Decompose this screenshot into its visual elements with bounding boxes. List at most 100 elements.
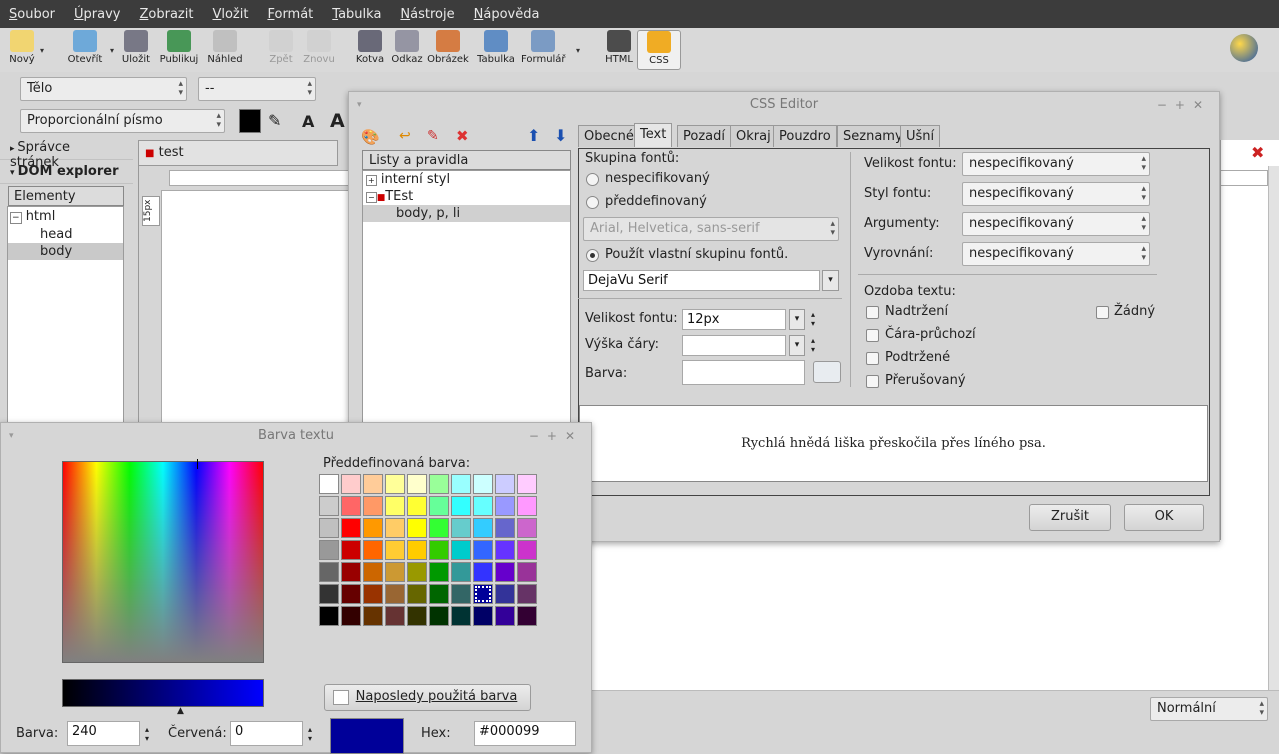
palette-swatch[interactable] (341, 518, 361, 538)
palette-swatch[interactable] (429, 518, 449, 538)
window-menu-icon[interactable]: ▾ (9, 423, 14, 449)
window-controls[interactable]: −+✕ (1157, 92, 1211, 118)
delete-rule-icon[interactable]: ✖ (456, 127, 469, 145)
red-input[interactable]: 0 (230, 721, 303, 746)
color-picker-button[interactable] (813, 361, 841, 383)
highlight-pen-icon[interactable]: ✎ (268, 111, 281, 130)
palette-swatch[interactable] (429, 496, 449, 516)
palette-swatch[interactable] (385, 474, 405, 494)
palette-swatch[interactable] (517, 496, 537, 516)
hue-saturation-picker[interactable] (62, 459, 264, 663)
palette-swatch[interactable] (385, 496, 405, 516)
new-dropdown-icon[interactable]: ▾ (40, 46, 44, 55)
move-up-icon[interactable]: ⬆ (527, 126, 540, 145)
tab-text[interactable]: Text (634, 123, 673, 147)
toolbar-button-html[interactable]: HTML (597, 30, 641, 70)
palette-swatch[interactable] (319, 474, 339, 494)
palette-swatch[interactable] (495, 518, 515, 538)
palette-swatch[interactable] (451, 474, 471, 494)
palette-icon[interactable]: 🎨 (361, 128, 380, 146)
palette-swatch[interactable] (341, 496, 361, 516)
hue-input[interactable]: 240 (67, 721, 140, 746)
value-slider-handle[interactable]: ▲ (177, 706, 184, 716)
palette-swatch[interactable] (319, 584, 339, 604)
line-height-dropdown[interactable]: ▾ (789, 335, 805, 356)
toolbar-button-znovu[interactable]: Znovu (297, 30, 341, 70)
font-size-dropdown[interactable]: ▾ (789, 309, 805, 330)
tab-lists[interactable]: Seznamy (837, 125, 909, 147)
palette-swatch[interactable] (429, 540, 449, 560)
palette-swatch[interactable] (319, 606, 339, 626)
line-height-spinner[interactable]: ▴ ▾ (811, 336, 815, 354)
value-slider[interactable] (62, 679, 264, 707)
tree-node-body[interactable]: body (8, 243, 123, 260)
palette-swatch[interactable] (495, 540, 515, 560)
rule-body-p-li[interactable]: body, p, li (363, 205, 570, 222)
tree-node-html[interactable]: − html (8, 207, 123, 226)
rule-internal-style[interactable]: + interní styl (363, 171, 570, 188)
palette-swatch[interactable] (341, 584, 361, 604)
font-larger-icon[interactable]: A (330, 110, 345, 132)
palette-swatch[interactable] (429, 474, 449, 494)
palette-swatch[interactable] (451, 540, 471, 560)
palette-swatch[interactable] (429, 562, 449, 582)
palette-swatch[interactable] (341, 606, 361, 626)
palette-swatch[interactable] (363, 496, 383, 516)
palette-swatch[interactable] (495, 496, 515, 516)
palette-swatch[interactable] (319, 540, 339, 560)
palette-swatch[interactable] (517, 606, 537, 626)
hue-spinner[interactable]: ▴ ▾ (145, 725, 149, 743)
font-size-spinner[interactable]: ▴ ▾ (811, 310, 815, 328)
palette-swatch[interactable] (319, 518, 339, 538)
palette-swatch[interactable] (473, 540, 493, 560)
text-color-swatch[interactable] (239, 109, 261, 133)
palette-swatch[interactable] (407, 496, 427, 516)
overline-checkbox[interactable] (866, 306, 879, 319)
palette-swatch[interactable] (407, 518, 427, 538)
rule-test[interactable]: − ■TEst (363, 188, 570, 205)
toolbar-button-odkaz[interactable]: Odkaz (385, 30, 429, 70)
dom-explorer-section[interactable]: ▾ DOM explorer (0, 160, 133, 184)
palette-swatch[interactable] (451, 584, 471, 604)
custom-font-dropdown[interactable]: ▾ (822, 270, 839, 291)
document-tab[interactable]: ■ test (138, 140, 338, 166)
palette-swatch[interactable] (517, 518, 537, 538)
tab-general[interactable]: Obecné (578, 125, 640, 147)
palette-swatch[interactable] (495, 584, 515, 604)
move-down-icon[interactable]: ⬇ (554, 126, 567, 145)
palette-swatch[interactable] (319, 562, 339, 582)
palette-swatch[interactable] (407, 474, 427, 494)
close-document-icon[interactable]: ✖ (1251, 143, 1264, 162)
palette-swatch[interactable] (407, 606, 427, 626)
tab-aural[interactable]: Ušní (900, 125, 941, 147)
radio-custom-font[interactable] (586, 249, 599, 262)
import-icon[interactable]: ↩ (399, 128, 411, 144)
tree-node-head[interactable]: head (8, 226, 123, 243)
edit-rule-icon[interactable]: ✎ (427, 128, 439, 144)
palette-swatch[interactable] (451, 562, 471, 582)
palette-swatch[interactable] (473, 606, 493, 626)
palette-swatch[interactable] (429, 606, 449, 626)
font-style-select[interactable]: nespecifikovaný ▴ ▾ (962, 182, 1150, 206)
vertical-scrollbar[interactable] (1268, 166, 1279, 691)
address-field[interactable] (169, 170, 351, 186)
palette-swatch[interactable] (517, 562, 537, 582)
palette-swatch[interactable] (341, 474, 361, 494)
last-used-color-button[interactable]: Naposledy použitá barva (324, 684, 531, 711)
custom-font-input[interactable]: DejaVu Serif (583, 270, 820, 291)
menu-item-4[interactable]: Formát (267, 7, 313, 22)
toolbar-button-uložit[interactable]: Uložit (114, 30, 158, 70)
menu-item-2[interactable]: Zobrazit (139, 7, 193, 22)
palette-swatch[interactable] (451, 496, 471, 516)
palette-swatch[interactable] (473, 562, 493, 582)
palette-swatch[interactable] (385, 584, 405, 604)
tab-background[interactable]: Pozadí (677, 125, 731, 147)
line-height-input[interactable] (682, 335, 786, 356)
site-manager-section[interactable]: ▸ Správce stránek (0, 136, 133, 170)
palette-swatch[interactable] (407, 562, 427, 582)
document-canvas[interactable] (161, 190, 351, 426)
palette-swatch[interactable] (517, 474, 537, 494)
radio-predefined[interactable] (586, 196, 599, 209)
color-input[interactable] (682, 360, 805, 385)
menu-item-5[interactable]: Tabulka (332, 7, 381, 22)
